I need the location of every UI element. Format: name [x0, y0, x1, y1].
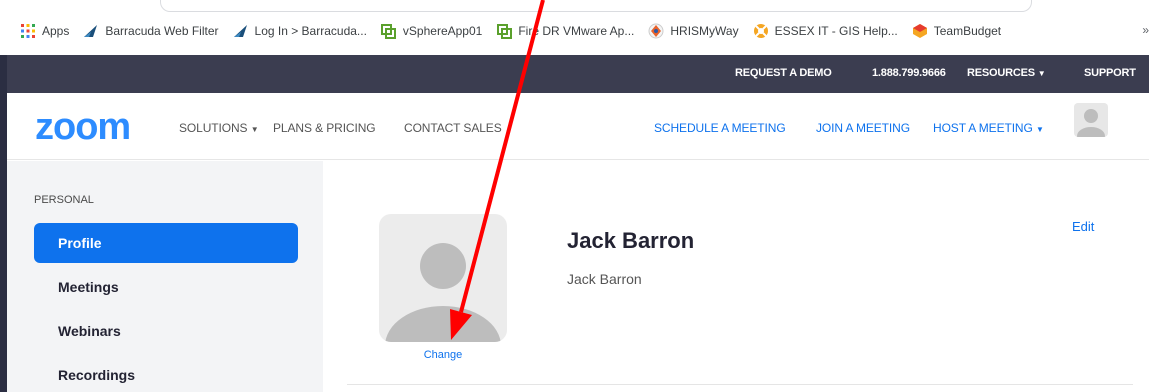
- solutions-label: SOLUTIONS: [179, 121, 248, 135]
- support-link[interactable]: SUPPORT: [1084, 67, 1136, 79]
- bookmarks-bar: Apps Barracuda Web Filter Log In > Barra…: [0, 0, 1149, 55]
- lifebuoy-icon: [753, 23, 769, 39]
- join-meeting-link[interactable]: JOIN A MEETING: [816, 121, 910, 135]
- bookmark-label: Barracuda Web Filter: [105, 24, 219, 38]
- bookmark-label: HRISMyWay: [670, 24, 739, 38]
- bookmark-label: Apps: [42, 24, 70, 38]
- bookmarks-row: Apps Barracuda Web Filter Log In > Barra…: [20, 21, 1015, 41]
- sidebar-heading: PERSONAL: [34, 194, 94, 206]
- bookmark-apps[interactable]: Apps: [20, 23, 69, 39]
- caret-down-icon: ▼: [250, 125, 259, 134]
- change-photo-link[interactable]: Change: [379, 349, 507, 361]
- bookmark-hrismyway[interactable]: HRISMyWay: [648, 23, 739, 39]
- bookmark-essex-it-gis[interactable]: ESSEX IT - GIS Help...: [753, 23, 898, 39]
- barracuda-icon: [83, 23, 99, 39]
- solutions-menu[interactable]: SOLUTIONS ▼: [179, 121, 259, 135]
- sidebar-item-webinars[interactable]: Webinars: [34, 311, 298, 351]
- omnibox-edge: [160, 0, 1032, 12]
- sidebar-item-recordings[interactable]: Recordings: [34, 355, 298, 392]
- bookmark-fire-dr-vmware[interactable]: Fire DR VMware Ap...: [496, 23, 634, 39]
- main-header: zoom SOLUTIONS ▼ PLANS & PRICING CONTACT…: [7, 93, 1149, 160]
- top-utility-nav: REQUEST A DEMO 1.888.799.9666 RESOURCES …: [7, 55, 1149, 93]
- teambudget-icon: [912, 23, 928, 39]
- sidebar-item-profile[interactable]: Profile: [34, 223, 298, 263]
- sidebar: PERSONAL Profile Meetings Webinars Recor…: [7, 161, 323, 392]
- profile-name: Jack Barron: [567, 228, 695, 253]
- profile-photo[interactable]: [379, 214, 507, 342]
- section-divider: [347, 384, 1133, 385]
- bookmark-label: Log In > Barracuda...: [254, 24, 367, 38]
- caret-down-icon: ▼: [1037, 69, 1046, 78]
- apps-grid-icon: [20, 23, 36, 39]
- bookmark-label: vSphereApp01: [402, 24, 483, 38]
- bookmark-label: TeamBudget: [933, 24, 1002, 38]
- request-demo-link[interactable]: REQUEST A DEMO: [735, 67, 832, 79]
- hris-icon: [648, 23, 664, 39]
- phone-number[interactable]: 1.888.799.9666: [872, 67, 946, 79]
- vsphere-icon: [496, 23, 512, 39]
- bookmark-teambudget[interactable]: TeamBudget: [912, 23, 1001, 39]
- bookmark-barracuda-web-filter[interactable]: Barracuda Web Filter: [83, 23, 219, 39]
- bookmark-label: ESSEX IT - GIS Help...: [774, 24, 898, 38]
- window-edge: [0, 55, 7, 392]
- person-icon: [1077, 109, 1105, 137]
- schedule-meeting-link[interactable]: SCHEDULE A MEETING: [654, 121, 786, 135]
- vsphere-icon: [381, 23, 397, 39]
- bookmark-label: Fire DR VMware Ap...: [518, 24, 635, 38]
- contact-sales-link[interactable]: CONTACT SALES: [404, 121, 502, 135]
- plans-pricing-link[interactable]: PLANS & PRICING: [273, 121, 376, 135]
- resources-label: RESOURCES: [967, 67, 1035, 79]
- profile-display-name: Jack Barron: [567, 271, 642, 287]
- bookmark-barracuda-login[interactable]: Log In > Barracuda...: [233, 23, 367, 39]
- barracuda-icon: [233, 23, 249, 39]
- host-meeting-label: HOST A MEETING: [933, 121, 1033, 135]
- profile-content: Change Jack Barron Jack Barron Edit: [323, 161, 1149, 392]
- user-avatar[interactable]: [1074, 103, 1108, 137]
- host-meeting-menu[interactable]: HOST A MEETING ▼: [933, 121, 1044, 135]
- sidebar-item-meetings[interactable]: Meetings: [34, 267, 298, 307]
- bookmark-vsphereapp01[interactable]: vSphereApp01: [381, 23, 482, 39]
- resources-menu[interactable]: RESOURCES ▼: [967, 67, 1046, 79]
- caret-down-icon: ▼: [1035, 125, 1044, 134]
- edit-profile-link[interactable]: Edit: [1072, 219, 1094, 234]
- bookmarks-overflow-icon[interactable]: »: [1142, 23, 1149, 37]
- zoom-logo[interactable]: zoom: [35, 107, 131, 147]
- person-icon: [385, 243, 501, 342]
